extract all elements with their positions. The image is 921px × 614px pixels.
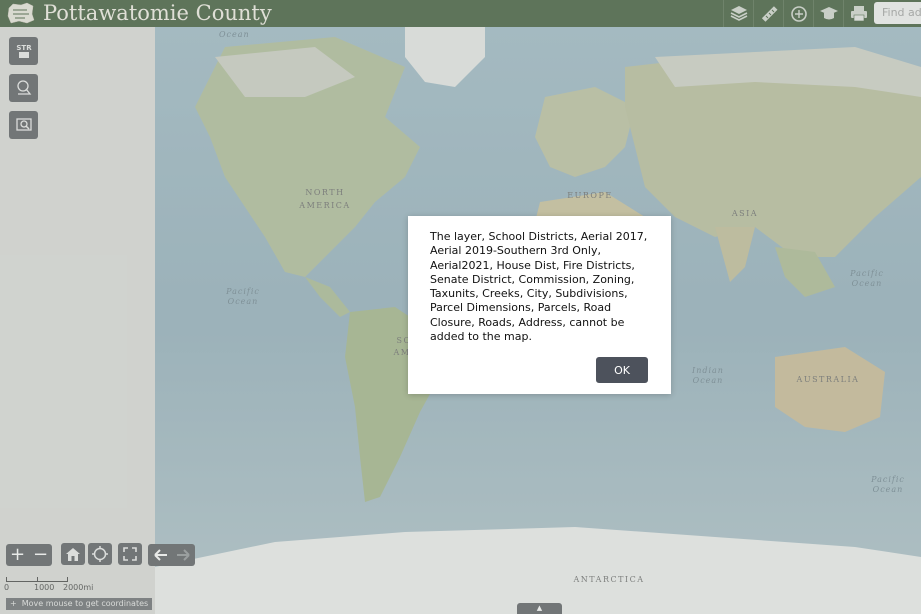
dialog-message: The layer, School Districts, Aerial 2017…	[430, 230, 648, 344]
error-dialog: The layer, School Districts, Aerial 2017…	[408, 216, 671, 394]
ok-button[interactable]: OK	[596, 357, 648, 383]
